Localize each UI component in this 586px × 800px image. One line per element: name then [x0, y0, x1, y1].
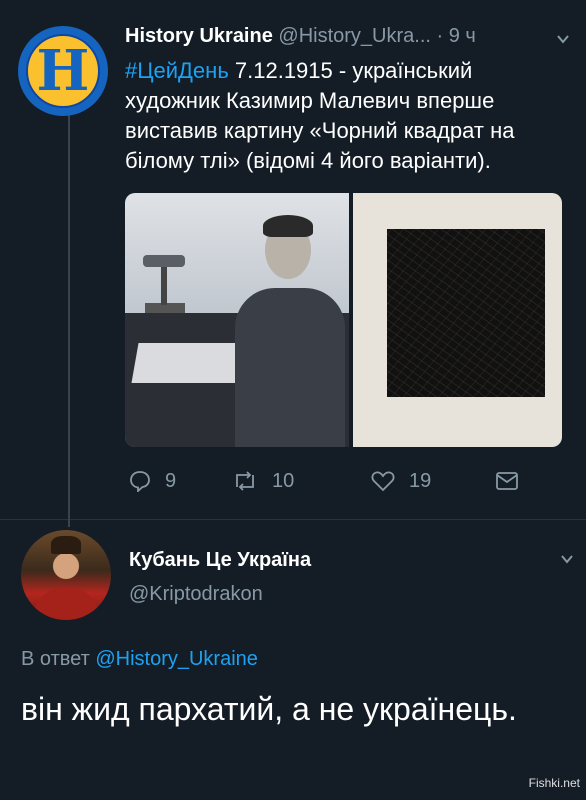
person-body	[235, 288, 345, 447]
replying-label: В ответ	[21, 648, 90, 670]
tweet-header: History Ukraine @History_Ukra... · 9 ч	[125, 25, 570, 53]
dm-button[interactable]	[495, 471, 519, 491]
reply-text: він жид пархатий, а не українець.	[21, 691, 517, 727]
tweet-media[interactable]	[125, 193, 562, 447]
chevron-down-icon[interactable]	[556, 32, 570, 46]
retweet-icon	[232, 470, 258, 492]
tweet-time[interactable]: · 9 ч	[437, 25, 476, 47]
dm-icon	[495, 471, 519, 491]
malevich-photo[interactable]	[125, 193, 349, 447]
display-name[interactable]: Кубань Це Україна	[129, 549, 311, 572]
like-button[interactable]: 19	[371, 470, 431, 493]
user-handle[interactable]: @Kriptodrakon	[129, 583, 263, 606]
person-hair	[263, 215, 313, 237]
avatar-logo: H	[26, 34, 100, 108]
papers	[131, 343, 249, 383]
avatar-hat	[51, 536, 81, 554]
replying-to: В ответ @History_Ukraine	[21, 648, 258, 671]
avatar[interactable]	[21, 530, 111, 620]
original-tweet[interactable]: H History Ukraine @History_Ukra... · 9 ч…	[0, 0, 586, 527]
mention-link[interactable]: @History_Ukraine	[95, 648, 258, 670]
reply-button[interactable]: 9	[129, 470, 176, 493]
hashtag-link[interactable]: #ЦейДень	[125, 58, 229, 83]
retweet-button[interactable]: 10	[232, 470, 294, 493]
retweet-count: 10	[272, 469, 295, 492]
avatar[interactable]: H	[18, 26, 108, 116]
tweet-actions: 9 10 19	[125, 468, 525, 494]
thread-line	[68, 112, 70, 527]
like-count: 19	[409, 469, 432, 492]
user-handle[interactable]: @History_Ukra...	[278, 25, 431, 47]
tweet-text: #ЦейДень 7.12.1915 - український художни…	[125, 56, 565, 176]
like-icon	[371, 470, 395, 492]
black-square-painting[interactable]	[349, 193, 562, 447]
lamp-top	[143, 255, 185, 267]
reply-count: 9	[165, 469, 177, 492]
watermark: Fishki.net	[528, 776, 580, 790]
black-square	[387, 229, 545, 397]
avatar-coat	[33, 588, 99, 620]
chevron-down-icon[interactable]	[560, 552, 574, 566]
avatar-letter: H	[36, 38, 90, 104]
display-name[interactable]: History Ukraine	[125, 25, 273, 47]
reply-icon	[129, 470, 151, 492]
lamp-stem	[161, 263, 167, 305]
